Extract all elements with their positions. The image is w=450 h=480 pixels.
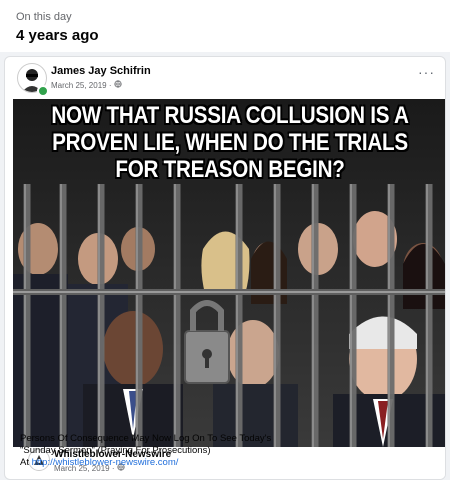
memory-label: On this day	[16, 11, 72, 23]
post-date[interactable]: March 25, 2019 ·	[51, 81, 111, 90]
shared-link[interactable]: http://whistleblower-newswire.com/	[32, 457, 179, 468]
post-image[interactable]: NOW THAT RUSSIA COLLUSION IS A PROVEN LI…	[13, 99, 445, 447]
shared-text-line1: Persons Of Consequence May Now Log On To…	[20, 433, 272, 444]
post-card: James Jay Schifrin March 25, 2019 · ···	[4, 56, 446, 480]
memory-years: 4 years ago	[16, 27, 99, 44]
memory-header: On this day 4 years ago	[0, 0, 450, 52]
shared-text-line3: At http://whistleblower-newswire.com/	[20, 457, 271, 469]
globe-icon	[114, 80, 123, 90]
shared-text-prefix: At	[20, 457, 32, 468]
post-more-button[interactable]: ···	[418, 64, 435, 80]
shared-post-text: Persons Of Consequence May Now Log On To…	[20, 433, 271, 469]
post-meta: March 25, 2019 ·	[51, 80, 123, 90]
meme-caption: NOW THAT RUSSIA COLLUSION IS A PROVEN LI…	[51, 102, 409, 183]
post-author[interactable]: James Jay Schifrin	[51, 65, 151, 77]
shared-text-line2: "Sunday Sermon" (Praying For Prosecution…	[20, 445, 211, 456]
online-status-dot	[37, 85, 49, 97]
